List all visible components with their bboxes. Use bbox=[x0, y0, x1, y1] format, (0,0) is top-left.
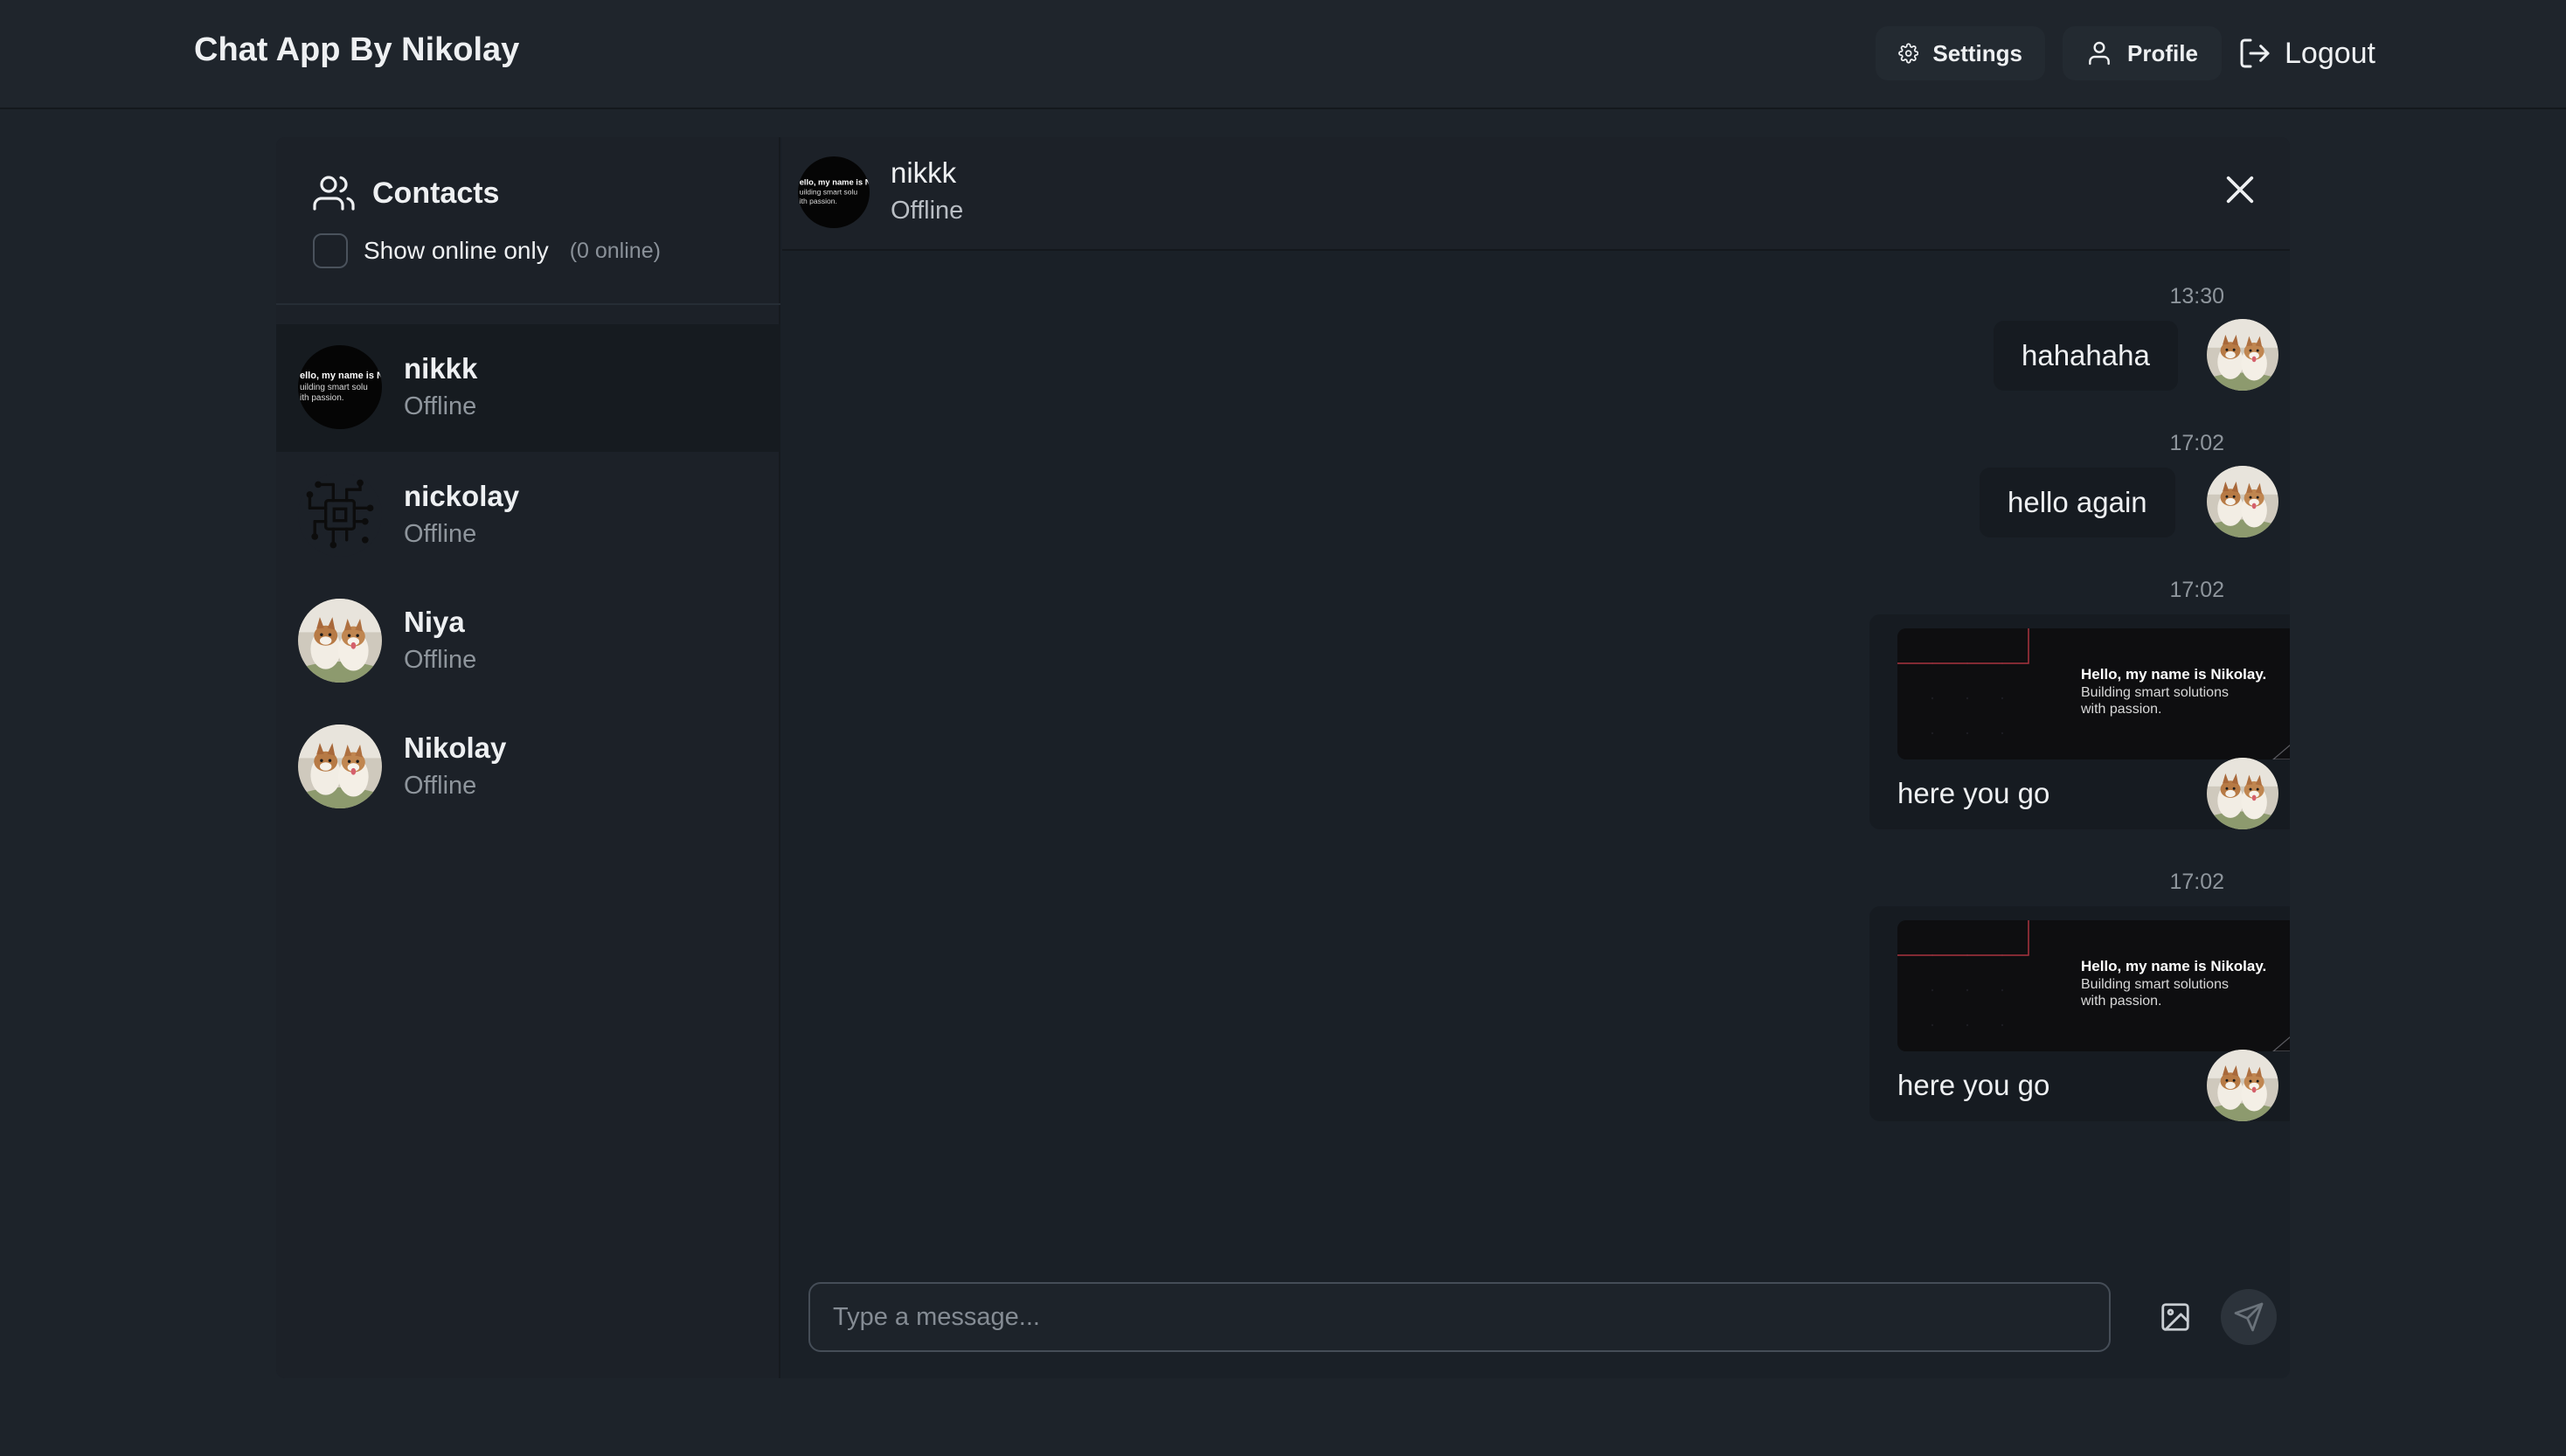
message-time: 17:02 bbox=[2169, 431, 2224, 455]
close-icon[interactable] bbox=[2223, 172, 2257, 207]
contact-item-niya[interactable]: Niya Offline bbox=[276, 578, 780, 705]
chat-header: ello, my name is N uilding smart solu it… bbox=[782, 137, 2290, 251]
avatar bbox=[298, 473, 382, 557]
show-online-checkbox[interactable] bbox=[313, 233, 348, 268]
attachment-line1: Building smart solutions bbox=[2081, 685, 2229, 700]
online-filter: Show online only (0 online) bbox=[313, 233, 661, 268]
avatar: ello, my name is N uilding smart solu it… bbox=[798, 156, 870, 228]
avatar bbox=[2207, 319, 2278, 391]
logout-button[interactable]: Logout bbox=[2237, 31, 2375, 75]
attach-image-button[interactable] bbox=[2151, 1293, 2200, 1342]
online-count: (0 online) bbox=[569, 238, 661, 263]
show-online-label[interactable]: Show online only bbox=[364, 237, 549, 265]
settings-button[interactable]: Settings bbox=[1876, 26, 2045, 80]
avatar bbox=[2207, 1050, 2278, 1121]
chat-contact-status: Offline bbox=[891, 197, 964, 225]
contact-name: Nikolay bbox=[404, 731, 507, 764]
app-title[interactable]: Chat App By Nikolay bbox=[194, 31, 519, 69]
avatar-banner-line3: ith passion. bbox=[300, 393, 344, 403]
avatar bbox=[298, 599, 382, 683]
message-bubble: hello again bbox=[1980, 468, 2175, 537]
message-text: here you go bbox=[1897, 777, 2050, 809]
attachment-line2: with passion. bbox=[2080, 702, 2162, 717]
contact-item-nikolay[interactable]: Nikolay Offline bbox=[276, 704, 780, 831]
avatar-banner-line2: uilding smart solu bbox=[800, 188, 858, 197]
contact-status: Offline bbox=[404, 392, 477, 420]
top-navbar: Chat App By Nikolay Settings Profile Log… bbox=[0, 0, 2566, 109]
chat-shell: Contacts Show online only (0 online) ell… bbox=[276, 137, 2290, 1378]
logout-icon bbox=[2240, 38, 2270, 68]
contact-status: Offline bbox=[404, 520, 477, 548]
avatar: ello, my name is N uilding smart solu it… bbox=[298, 345, 382, 429]
avatar-banner-line2: uilding smart solu bbox=[300, 383, 368, 392]
attachment-heading: Hello, my name is Nikolay. bbox=[2081, 666, 2266, 683]
settings-label: Settings bbox=[1932, 39, 2022, 66]
contact-item-nickolay[interactable]: nickolay Offline bbox=[276, 452, 780, 579]
avatar-banner-line3: ith passion. bbox=[800, 197, 837, 205]
contact-name: Niya bbox=[404, 606, 465, 638]
message-text: hahahaha bbox=[2022, 339, 2150, 371]
avatar bbox=[2207, 466, 2278, 537]
message-time: 17:02 bbox=[2169, 870, 2224, 894]
user-icon bbox=[2089, 41, 2110, 66]
contact-status: Offline bbox=[404, 646, 477, 674]
profile-button[interactable]: Profile bbox=[2063, 26, 2222, 80]
image-icon bbox=[2161, 1303, 2189, 1331]
message-text: hello again bbox=[2008, 486, 2147, 518]
message-text: here you go bbox=[1897, 1069, 2050, 1101]
contacts-header: Contacts Show online only (0 online) bbox=[276, 137, 780, 305]
message-bubble: hahahaha bbox=[1994, 321, 2178, 391]
profile-label: Profile bbox=[2127, 39, 2198, 66]
avatar-banner-line1: ello, my name is N bbox=[800, 177, 870, 186]
avatar-banner-line1: ello, my name is N bbox=[300, 371, 382, 381]
chat-panel: ello, my name is N uilding smart solu it… bbox=[782, 137, 2290, 1378]
chat-contact-name: nikkk bbox=[891, 156, 957, 189]
contact-item-nikkk[interactable]: ello, my name is N uilding smart solu it… bbox=[276, 324, 780, 452]
attached-image[interactable]: Hello, my name is Nikolay. Building smar… bbox=[1897, 920, 2290, 1051]
attached-image[interactable]: Hello, my name is Nikolay. Building smar… bbox=[1897, 628, 2290, 759]
gear-icon bbox=[1898, 43, 1919, 64]
avatar bbox=[2207, 758, 2278, 829]
attachment-line1: Building smart solutions bbox=[2081, 977, 2229, 992]
logout-label: Logout bbox=[2285, 36, 2375, 70]
contact-status: Offline bbox=[404, 772, 477, 800]
message-time: 13:30 bbox=[2169, 284, 2224, 309]
attachment-heading: Hello, my name is Nikolay. bbox=[2081, 958, 2266, 974]
contacts-title: Contacts bbox=[313, 172, 499, 214]
contacts-title-label: Contacts bbox=[372, 176, 500, 210]
message-time: 17:02 bbox=[2169, 578, 2224, 602]
users-icon bbox=[313, 176, 355, 211]
contact-name: nickolay bbox=[404, 480, 520, 512]
send-icon bbox=[2234, 1302, 2264, 1332]
send-button[interactable] bbox=[2221, 1289, 2277, 1345]
contact-name: nikkk bbox=[404, 352, 478, 385]
message-input[interactable] bbox=[808, 1282, 2111, 1352]
avatar bbox=[298, 725, 382, 808]
attachment-line2: with passion. bbox=[2080, 994, 2162, 1009]
contacts-sidebar: Contacts Show online only (0 online) ell… bbox=[276, 137, 780, 1378]
